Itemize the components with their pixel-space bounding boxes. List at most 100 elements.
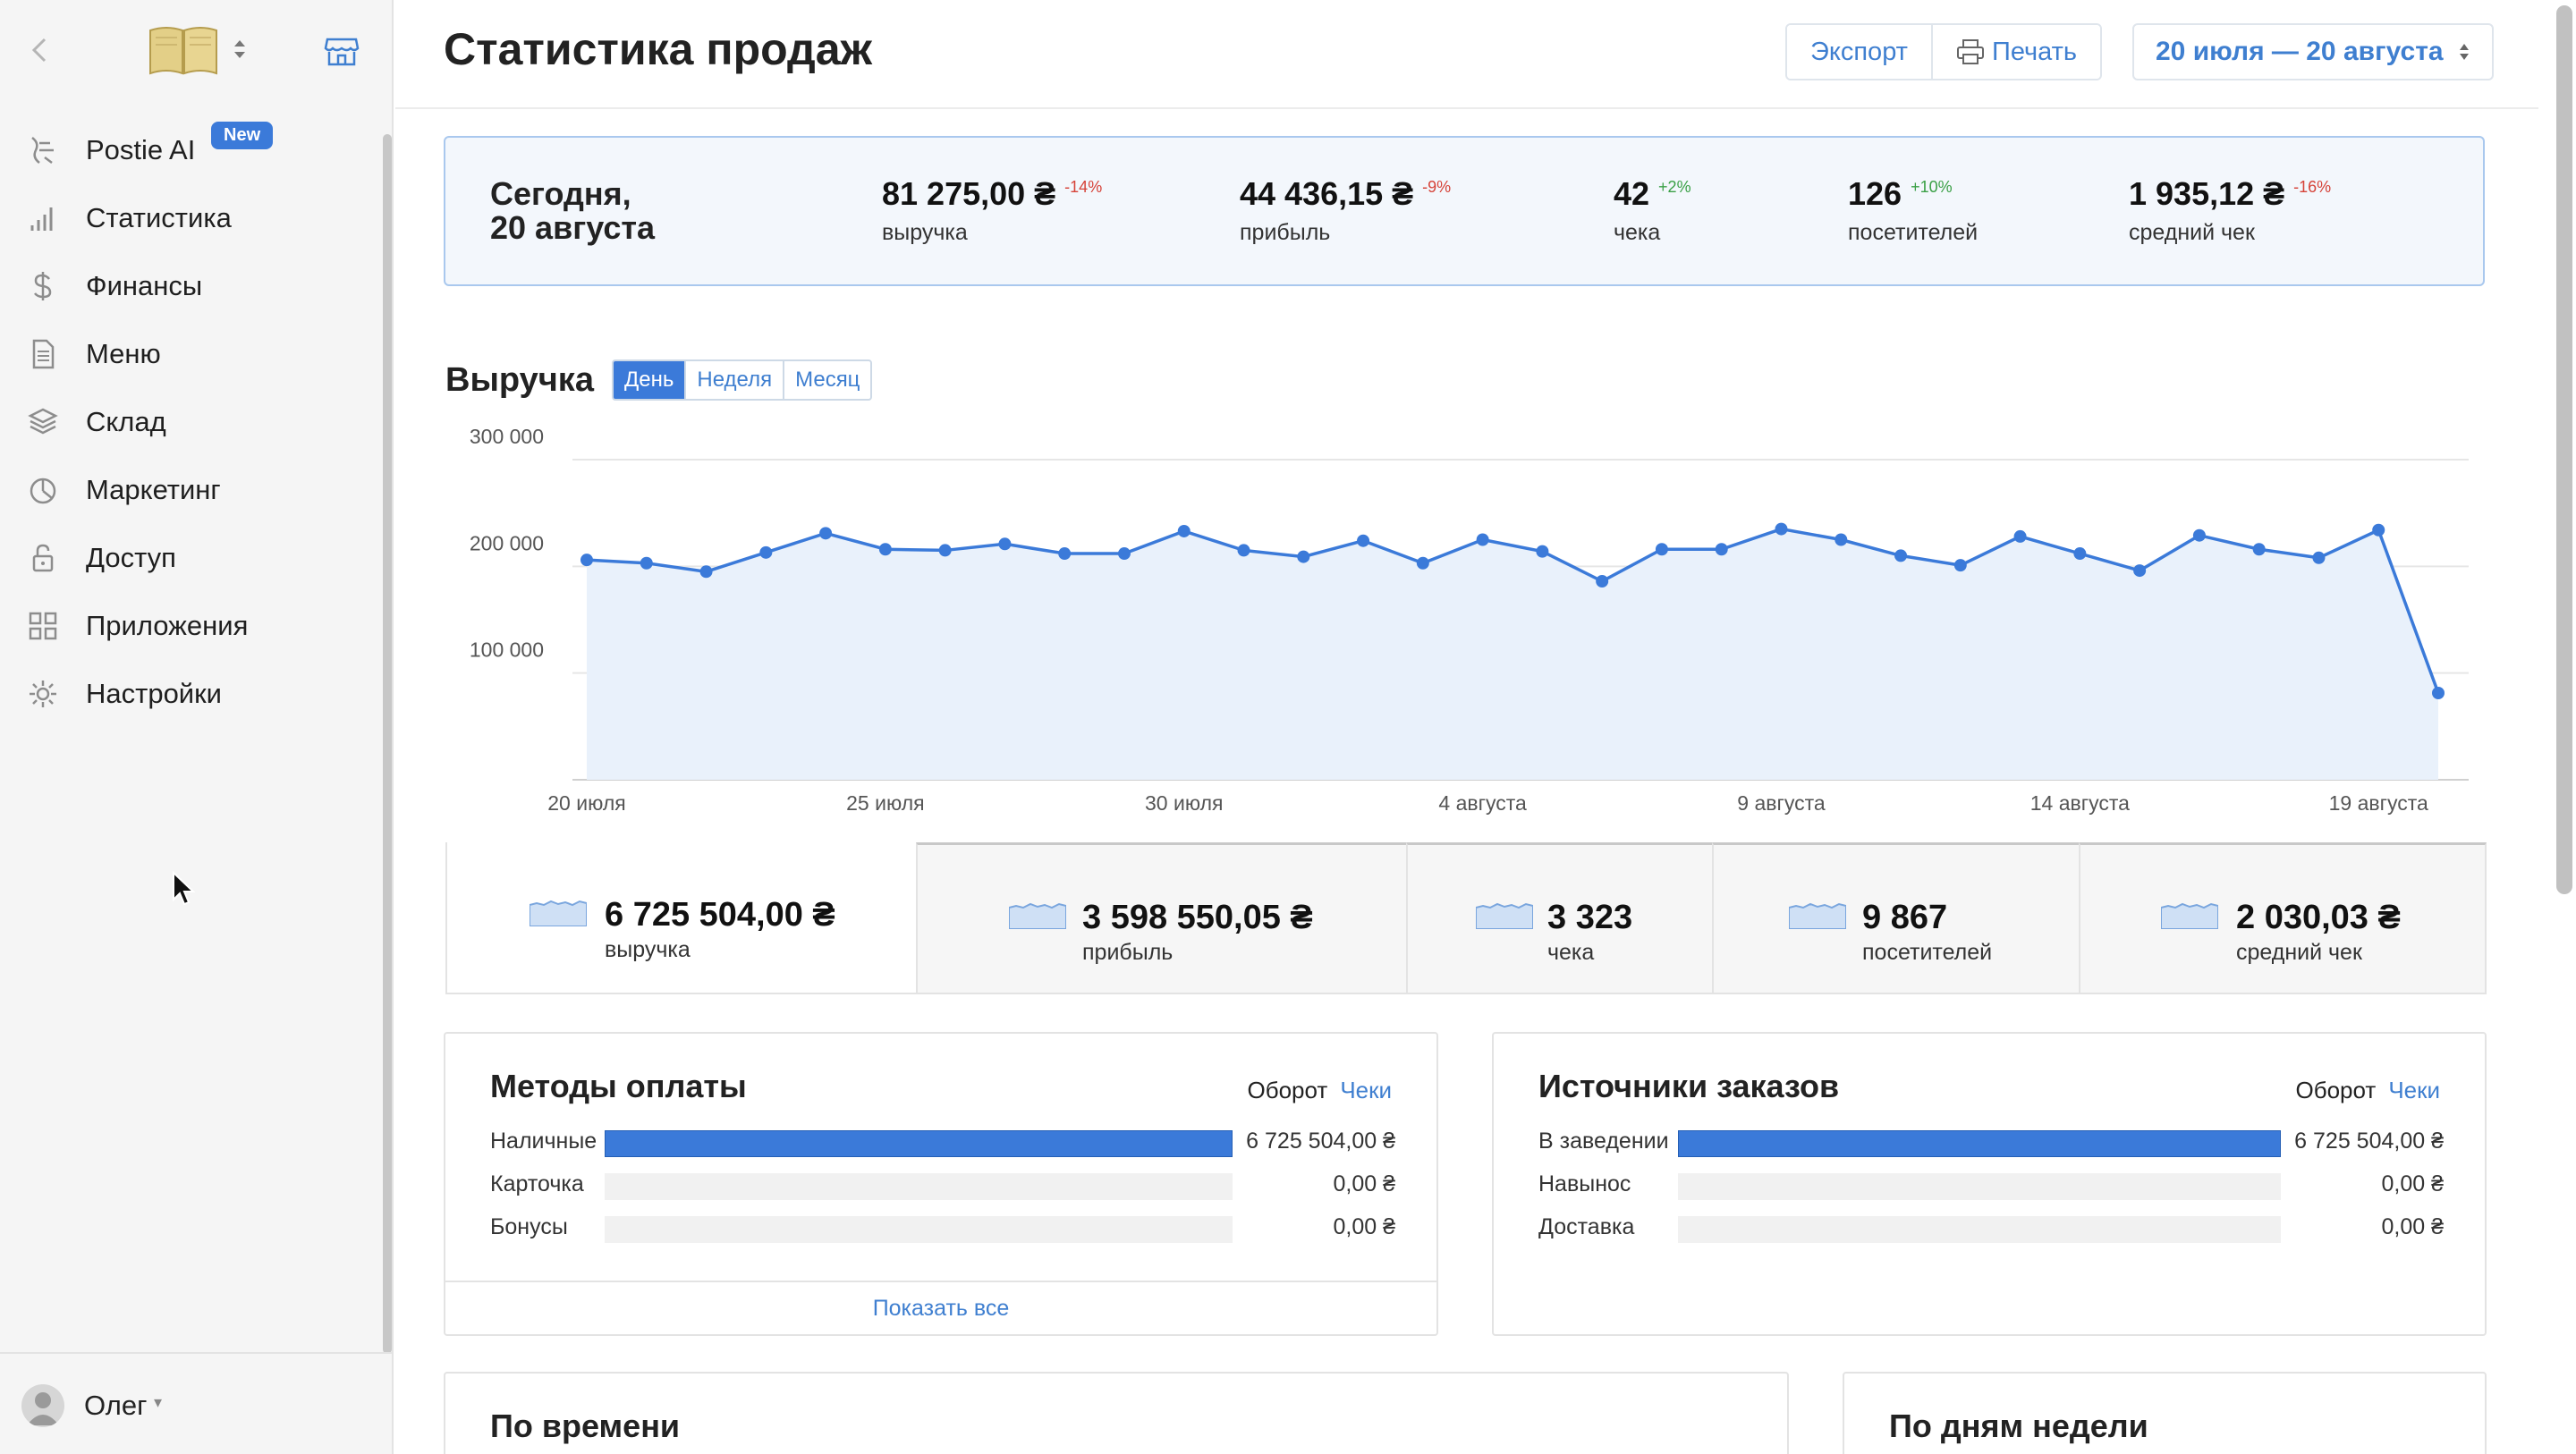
row-bar bbox=[1678, 1173, 2281, 1200]
stat-value: 44 436,15 ₴ bbox=[1240, 175, 1414, 212]
avatar[interactable] bbox=[21, 1384, 64, 1427]
sidebar-item-label: Финансы bbox=[86, 270, 203, 301]
mouse-cursor-icon bbox=[173, 871, 195, 906]
grid-icon bbox=[29, 612, 57, 640]
revenue-title: Выручка bbox=[445, 361, 594, 399]
total-value: 2 030,03 ₴ bbox=[2236, 899, 2401, 936]
revenue-point bbox=[1536, 545, 1549, 558]
toggle-checks[interactable]: Чеки bbox=[1340, 1077, 1392, 1103]
revenue-point bbox=[1835, 533, 1848, 546]
total-visitors[interactable]: 9 867 посетителей bbox=[1712, 842, 2080, 994]
x-tick-label: 9 августа bbox=[1737, 791, 1826, 815]
tab-week[interactable]: Неделя bbox=[684, 361, 783, 399]
sidebar-item-settings[interactable]: Настройки bbox=[0, 660, 383, 728]
caret-down-icon[interactable]: ▾ bbox=[154, 1393, 162, 1412]
sidebar-item-warehouse[interactable]: Склад bbox=[0, 388, 383, 456]
row-label: Навынос bbox=[1538, 1171, 1631, 1196]
total-checks[interactable]: 3 323 чека bbox=[1406, 842, 1714, 994]
payment-row: Наличные 6 725 504,00 ₴ bbox=[490, 1129, 1395, 1159]
stat-value: 126 bbox=[1848, 175, 1902, 212]
sidebar-item-apps[interactable]: Приложения bbox=[0, 592, 383, 660]
toggle-turnover[interactable]: Оборот bbox=[1247, 1077, 1327, 1103]
y-tick-label: 200 000 bbox=[470, 531, 544, 554]
x-tick-label: 20 июля bbox=[547, 791, 625, 815]
user-name[interactable]: Олег bbox=[84, 1390, 147, 1422]
stat-value: 81 275,00 ₴ bbox=[882, 175, 1056, 212]
revenue-area bbox=[587, 528, 2438, 780]
card-title: Источники заказов bbox=[1538, 1068, 1840, 1104]
date-range-label: 20 июля — 20 августа bbox=[2156, 37, 2444, 66]
sidebar-item-marketing[interactable]: Маркетинг bbox=[0, 456, 383, 524]
revenue-point bbox=[2073, 547, 2087, 561]
toggle-turnover[interactable]: Оборот bbox=[2295, 1077, 2376, 1103]
revenue-point bbox=[699, 565, 713, 579]
export-print-group: Экспорт Печать bbox=[1785, 23, 2102, 80]
stat-value: 1 935,12 ₴ bbox=[2129, 175, 2285, 212]
total-avg-check[interactable]: 2 030,03 ₴ средний чек bbox=[2079, 842, 2487, 994]
tab-month[interactable]: Месяц bbox=[783, 361, 870, 399]
source-row: Навынос 0,00 ₴ bbox=[1538, 1171, 2444, 1202]
today-date-line2: 20 августа bbox=[490, 209, 655, 246]
today-stat-checks: 42 +2% чека bbox=[1614, 175, 1691, 246]
lock-icon bbox=[32, 544, 54, 572]
total-profit[interactable]: 3 598 550,05 ₴ прибыль bbox=[916, 842, 1408, 994]
revenue-point bbox=[759, 545, 773, 559]
switch-arrows-icon[interactable] bbox=[231, 36, 249, 63]
sidebar-item-label: Настройки bbox=[86, 678, 223, 709]
document-icon bbox=[32, 339, 55, 369]
pie-icon bbox=[30, 478, 56, 504]
today-stat-avg-check: 1 935,12 ₴ -16% средний чек bbox=[2129, 175, 2331, 246]
order-sources-card: Источники заказов Оборот Чеки В заведении… bbox=[1492, 1032, 2487, 1336]
bar-chart-icon bbox=[30, 207, 53, 231]
total-label: прибыль bbox=[1082, 940, 1174, 965]
book-logo-icon[interactable] bbox=[147, 23, 220, 77]
row-bar bbox=[1678, 1216, 2281, 1243]
revenue-point bbox=[2013, 529, 2027, 543]
x-tick-label: 14 августа bbox=[2030, 791, 2130, 815]
stat-label: выручка bbox=[882, 220, 968, 245]
print-label: Печать bbox=[1991, 37, 2077, 66]
today-date-line1: Сегодня, bbox=[490, 175, 631, 212]
row-bar bbox=[605, 1173, 1233, 1200]
sidebar-item-access[interactable]: Доступ bbox=[0, 524, 383, 592]
stat-delta: -9% bbox=[1422, 178, 1452, 196]
total-label: посетителей bbox=[1862, 940, 1993, 965]
sidebar-item-postie-ai[interactable]: Postie AI bbox=[0, 116, 383, 184]
sparkline-icon bbox=[1789, 902, 1846, 929]
row-label: Бонусы bbox=[490, 1214, 568, 1239]
total-label: выручка bbox=[605, 937, 691, 962]
total-revenue[interactable]: 6 725 504,00 ₴ выручка bbox=[445, 842, 916, 994]
store-icon[interactable] bbox=[324, 36, 360, 68]
revenue-point bbox=[878, 543, 892, 556]
source-row: В заведении 6 725 504,00 ₴ bbox=[1538, 1129, 2444, 1159]
revenue-point bbox=[1775, 522, 1788, 536]
card-title: По времени bbox=[490, 1408, 681, 1444]
revenue-point bbox=[2372, 523, 2385, 537]
sidebar-item-menu[interactable]: Меню bbox=[0, 320, 383, 388]
export-button[interactable]: Экспорт bbox=[1787, 25, 1931, 79]
revenue-point bbox=[2192, 528, 2206, 542]
revenue-point bbox=[2133, 564, 2147, 578]
revenue-point bbox=[1655, 543, 1668, 556]
page-scrollbar-thumb[interactable] bbox=[2556, 5, 2572, 894]
show-all-link[interactable]: Показать все bbox=[445, 1281, 1436, 1334]
date-range-picker[interactable]: 20 июля — 20 августа bbox=[2132, 23, 2494, 80]
tab-day[interactable]: День bbox=[614, 361, 685, 399]
sidebar-item-finance[interactable]: Финансы bbox=[0, 252, 383, 320]
row-value: 0,00 ₴ bbox=[1333, 1171, 1395, 1196]
sidebar-header bbox=[0, 0, 394, 104]
layers-icon bbox=[28, 408, 58, 435]
user-menu[interactable]: Олег ▾ bbox=[0, 1352, 394, 1454]
stat-label: чека bbox=[1614, 220, 1661, 245]
sidebar-scrollbar[interactable] bbox=[383, 134, 392, 1354]
print-button[interactable]: Печать bbox=[1930, 25, 2100, 79]
sidebar-item-statistics[interactable]: Статистика bbox=[0, 184, 383, 252]
revenue-chart: 300 000 200 000 100 000 20 июля 25 июля 30 ию… bbox=[470, 425, 2469, 815]
row-label: В заведении bbox=[1538, 1129, 1669, 1154]
row-value: 6 725 504,00 ₴ bbox=[1246, 1129, 1395, 1154]
toggle-checks[interactable]: Чеки bbox=[2388, 1077, 2440, 1103]
row-bar bbox=[605, 1130, 1233, 1157]
total-value: 3 323 bbox=[1547, 899, 1633, 936]
chevron-left-icon[interactable] bbox=[25, 34, 57, 66]
y-tick-label: 300 000 bbox=[470, 425, 544, 448]
